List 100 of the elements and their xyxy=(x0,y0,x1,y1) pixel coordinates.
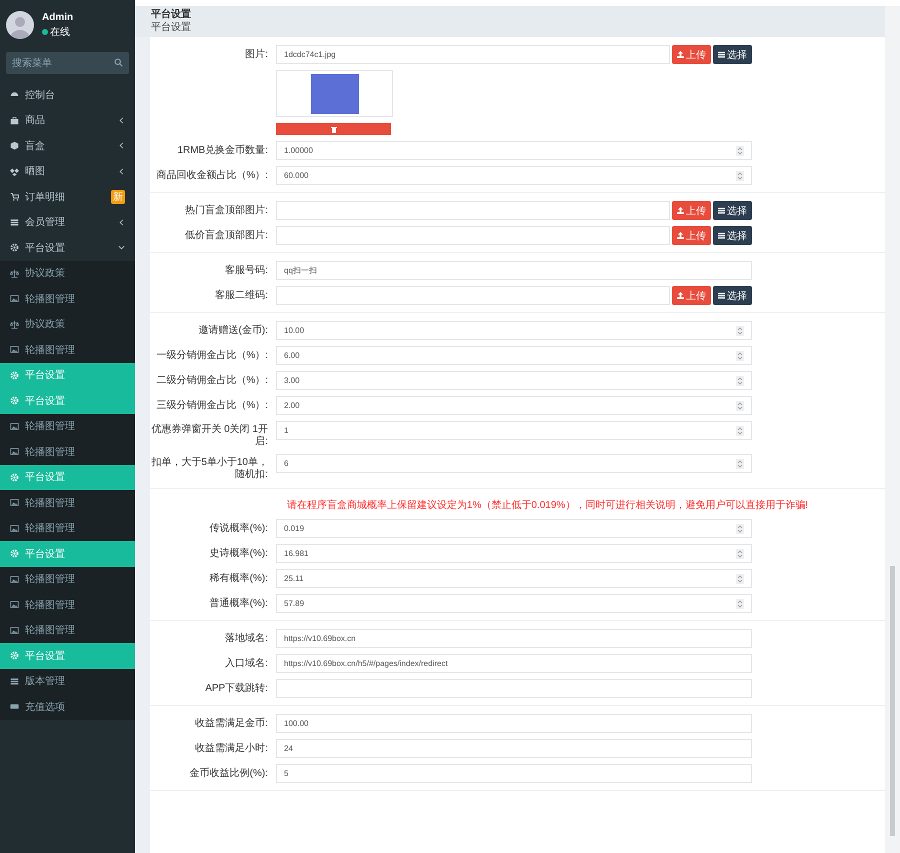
sidebar-item[interactable]: 轮播图管理 xyxy=(0,337,135,362)
search-field[interactable]: 搜索菜单 xyxy=(6,52,129,74)
scale-icon xyxy=(10,320,19,329)
field-label: 二级分销佣金占比（%）: xyxy=(155,374,268,388)
sidebar-item[interactable]: 协议政策 xyxy=(0,260,135,286)
sidebar-item[interactable]: 盲盒 xyxy=(0,133,135,158)
page-title: 平台设置 xyxy=(151,8,192,21)
input-field[interactable]: 100.00 xyxy=(276,714,752,733)
upload-button[interactable]: 上传 xyxy=(672,45,711,64)
spinner-icon[interactable] xyxy=(736,170,744,180)
picture-icon xyxy=(10,345,19,354)
gear-icon xyxy=(10,651,19,660)
sidebar-item[interactable]: 轮播图管理 xyxy=(0,414,135,439)
sidebar-item[interactable]: 版本管理 xyxy=(0,668,135,694)
field-label: 收益需满足小时: xyxy=(194,742,268,756)
input-field[interactable]: 25.11 xyxy=(276,569,752,588)
input-field[interactable]: 6.00 xyxy=(276,346,752,365)
gear-icon xyxy=(10,243,19,252)
spinner-icon[interactable] xyxy=(736,574,744,584)
spinner-icon[interactable] xyxy=(736,458,744,468)
sidebar-item[interactable]: 轮播图管理 xyxy=(0,439,135,464)
input-field[interactable]: 1dcdc74c1.jpg xyxy=(276,45,670,64)
field-label: 落地域名: xyxy=(224,632,268,646)
cart-icon xyxy=(10,192,19,202)
input-field[interactable]: 24 xyxy=(276,739,752,758)
sidebar-item[interactable]: 控制台 xyxy=(0,82,135,108)
input-field[interactable]: https://v10.69box.cn/h5/#/pages/index/redirect xyxy=(276,654,752,673)
sidebar-item[interactable]: 商品 xyxy=(0,108,135,133)
sidebar-item[interactable]: 轮播图管理 xyxy=(0,516,135,541)
sidebar-item[interactable]: 会员管理 xyxy=(0,210,135,235)
input-field[interactable] xyxy=(276,286,670,305)
picture-icon xyxy=(10,447,19,456)
picture-icon xyxy=(10,422,19,431)
card-icon xyxy=(10,702,19,712)
field-label: 传说概率(%): xyxy=(208,522,268,536)
spinner-icon[interactable] xyxy=(736,326,744,336)
input-field[interactable] xyxy=(276,201,670,220)
user-name: Admin xyxy=(42,12,74,22)
cube-icon xyxy=(10,141,19,150)
rows-icon xyxy=(10,676,19,686)
input-field[interactable]: 6 xyxy=(276,454,752,473)
spinner-icon[interactable] xyxy=(736,598,744,608)
field-label: 扣单，大于5单小于10单，随机扣: xyxy=(150,456,268,481)
trash-icon xyxy=(330,126,336,132)
sidebar-item[interactable]: 订单明细 新 xyxy=(0,184,135,210)
sidebar-item[interactable]: 轮播图管理 xyxy=(0,286,135,312)
input-field[interactable]: 2.00 xyxy=(276,396,752,415)
choose-button[interactable]: 选择 xyxy=(713,286,752,305)
spinner-icon[interactable] xyxy=(736,350,744,360)
scrollbar[interactable] xyxy=(885,6,900,853)
input-field[interactable]: 16.981 xyxy=(276,544,752,563)
sidebar-item[interactable]: 轮播图管理 xyxy=(0,566,135,592)
spinner-icon[interactable] xyxy=(736,524,744,534)
sidebar-item[interactable]: 晒图 xyxy=(0,158,135,184)
sidebar-item[interactable]: 轮播图管理 xyxy=(0,618,135,643)
field-label: 史诗概率(%): xyxy=(208,546,268,561)
field-label: 一级分销佣金占比（%）: xyxy=(155,348,268,363)
diamond-icon xyxy=(10,166,19,176)
spinner-icon[interactable] xyxy=(736,400,744,410)
sidebar-item[interactable]: 平台设置 xyxy=(0,235,135,260)
field-label: 三级分销佣金占比（%）: xyxy=(155,398,268,413)
list-icon xyxy=(10,218,19,227)
input-field[interactable]: 60.000 xyxy=(276,166,752,185)
sidebar-item[interactable]: 轮播图管理 xyxy=(0,490,135,516)
field-label: 1RMB兑换金币数量: xyxy=(176,144,268,158)
input-field[interactable]: 10.00 xyxy=(276,321,752,340)
input-field[interactable]: 1.00000 xyxy=(276,141,752,160)
sidebar-item[interactable]: 充值选项 xyxy=(0,694,135,720)
input-field[interactable]: 3.00 xyxy=(276,371,752,390)
input-field[interactable] xyxy=(276,679,752,698)
list-icon xyxy=(718,232,725,239)
field-label: 入口域名: xyxy=(224,656,268,671)
scale-icon xyxy=(10,268,19,278)
spinner-icon[interactable] xyxy=(736,548,744,558)
spinner-icon[interactable] xyxy=(736,146,744,156)
input-field[interactable]: 57.89 xyxy=(276,594,752,613)
input-field[interactable]: 1 xyxy=(276,421,752,440)
choose-button[interactable]: 选择 xyxy=(713,45,752,64)
choose-button[interactable]: 选择 xyxy=(713,226,752,245)
choose-button[interactable]: 选择 xyxy=(713,201,752,220)
gear-icon xyxy=(10,549,19,558)
field-label: 图片: xyxy=(244,48,268,62)
upload-button[interactable]: 上传 xyxy=(672,201,711,220)
upload-icon xyxy=(677,207,684,214)
spinner-icon[interactable] xyxy=(736,426,744,436)
field-label: 收益需满足金币: xyxy=(194,716,268,731)
search-icon xyxy=(114,58,123,67)
input-field[interactable]: https://v10.69box.cn xyxy=(276,629,752,648)
sidebar-item[interactable]: 协议政策 xyxy=(0,312,135,337)
input-field[interactable]: 0.019 xyxy=(276,519,752,538)
upload-icon xyxy=(677,51,684,58)
input-field[interactable]: qq扫一扫 xyxy=(276,261,752,280)
input-field[interactable]: 5 xyxy=(276,764,752,783)
upload-button[interactable]: 上传 xyxy=(672,226,711,245)
field-label: APP下载跳转: xyxy=(204,682,268,696)
upload-button[interactable]: 上传 xyxy=(672,286,711,305)
input-field[interactable] xyxy=(276,226,670,245)
spinner-icon[interactable] xyxy=(736,376,744,386)
field-label: 优惠券弹窗开关 0关闭 1开启: xyxy=(150,422,268,448)
sidebar-item[interactable]: 轮播图管理 xyxy=(0,592,135,618)
